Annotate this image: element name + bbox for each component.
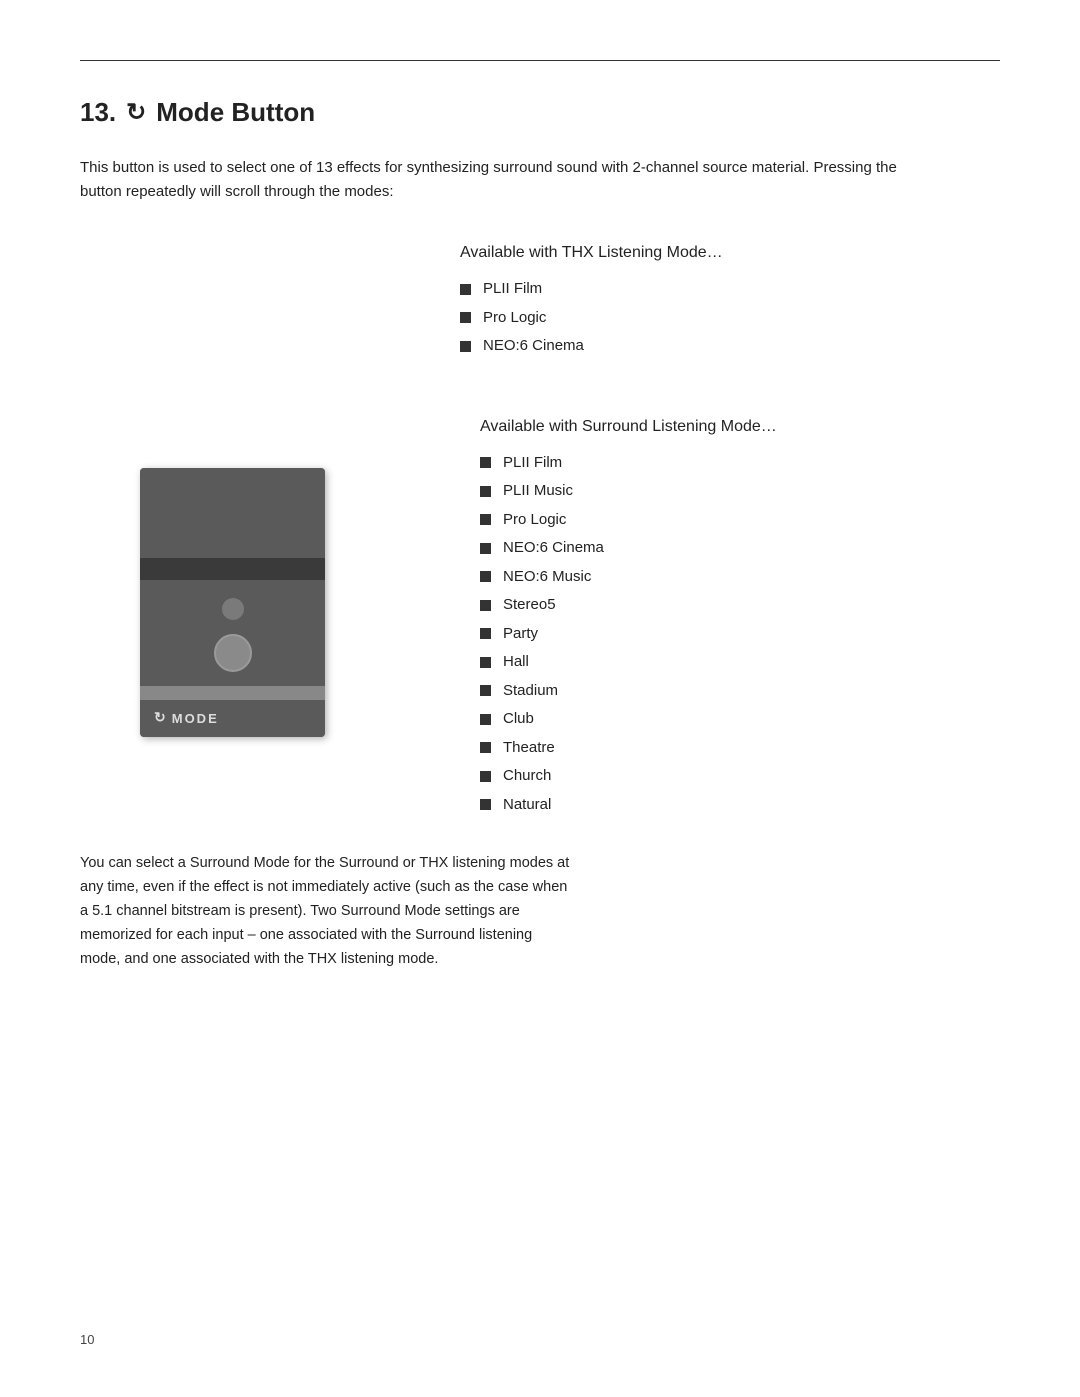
surround-subtitle: Available with Surround Listening Mode… [480, 418, 1000, 436]
device-dot-small [222, 598, 244, 620]
device-top [140, 468, 325, 558]
list-item: NEO:6 Music [480, 566, 1000, 589]
bullet-icon [480, 799, 491, 810]
bullet-icon [480, 657, 491, 668]
bullet-icon [460, 312, 471, 323]
surround-item-8: Hall [503, 651, 529, 674]
mode-icon-letter: ↻ [126, 98, 146, 127]
surround-item-6: Stereo5 [503, 594, 556, 617]
surround-list: PLII Film PLII Music Pro Logic NEO:6 Cin… [480, 452, 1000, 817]
device-illustration: ↻ MODE [140, 468, 325, 737]
thx-list: PLII Film Pro Logic NEO:6 Cinema [460, 278, 1000, 358]
device-middle [140, 580, 325, 686]
surround-item-1: PLII Film [503, 452, 562, 475]
intro-paragraph: This button is used to select one of 13 … [80, 156, 910, 204]
thx-item-2: Pro Logic [483, 307, 546, 330]
section-number: 13. [80, 97, 116, 128]
list-item: Club [480, 708, 1000, 731]
device-label-bar: ↻ MODE [140, 700, 325, 737]
device-label-text: MODE [172, 711, 219, 726]
list-item: Stereo5 [480, 594, 1000, 617]
left-column: ↻ MODE [80, 408, 460, 823]
bullet-icon [480, 543, 491, 554]
list-item: PLII Film [480, 452, 1000, 475]
thx-section: Available with THX Listening Mode… PLII … [460, 244, 1000, 358]
device-dot-large [214, 634, 252, 672]
bullet-icon [480, 486, 491, 497]
list-item: Pro Logic [460, 307, 1000, 330]
section-title: 13. ↻ Mode Button [80, 97, 1000, 128]
device-bottom-strip [140, 686, 325, 700]
surround-item-10: Club [503, 708, 534, 731]
bullet-icon [480, 771, 491, 782]
bullet-icon [480, 457, 491, 468]
surround-section: Available with Surround Listening Mode… … [480, 408, 1000, 817]
list-item: Stadium [480, 680, 1000, 703]
device-wrapper: ↻ MODE [80, 428, 325, 737]
bullet-icon [480, 685, 491, 696]
bullet-icon [480, 628, 491, 639]
list-item: Pro Logic [480, 509, 1000, 532]
list-item: Party [480, 623, 1000, 646]
bullet-icon [480, 714, 491, 725]
bullet-icon [480, 600, 491, 611]
list-item: Hall [480, 651, 1000, 674]
surround-item-12: Church [503, 765, 551, 788]
surround-item-13: Natural [503, 794, 551, 817]
surround-item-11: Theatre [503, 737, 555, 760]
bullet-icon [460, 284, 471, 295]
list-item: Church [480, 765, 1000, 788]
bullet-icon [460, 341, 471, 352]
list-item: PLII Film [460, 278, 1000, 301]
surround-item-3: Pro Logic [503, 509, 566, 532]
two-col-layout: ↻ MODE Available with Surround Listening… [80, 408, 1000, 823]
list-item: NEO:6 Cinema [480, 537, 1000, 560]
right-column: Available with Surround Listening Mode… … [460, 408, 1000, 823]
surround-item-2: PLII Music [503, 480, 573, 503]
device-c-icon: ↻ [154, 710, 166, 727]
page: 13. ↻ Mode Button This button is used to… [0, 0, 1080, 1397]
surround-item-4: NEO:6 Cinema [503, 537, 604, 560]
section-heading: Mode Button [156, 97, 315, 128]
bullet-icon [480, 571, 491, 582]
list-item: PLII Music [480, 480, 1000, 503]
bullet-icon [480, 742, 491, 753]
bottom-paragraph: You can select a Surround Mode for the S… [80, 852, 570, 972]
surround-item-5: NEO:6 Music [503, 566, 591, 589]
device-strip-top [140, 558, 325, 580]
page-number: 10 [80, 1332, 94, 1347]
thx-item-1: PLII Film [483, 278, 542, 301]
list-item: NEO:6 Cinema [460, 335, 1000, 358]
thx-item-3: NEO:6 Cinema [483, 335, 584, 358]
list-item: Natural [480, 794, 1000, 817]
surround-item-9: Stadium [503, 680, 558, 703]
thx-subtitle: Available with THX Listening Mode… [460, 244, 1000, 262]
surround-item-7: Party [503, 623, 538, 646]
bullet-icon [480, 514, 491, 525]
list-item: Theatre [480, 737, 1000, 760]
top-rule [80, 60, 1000, 61]
